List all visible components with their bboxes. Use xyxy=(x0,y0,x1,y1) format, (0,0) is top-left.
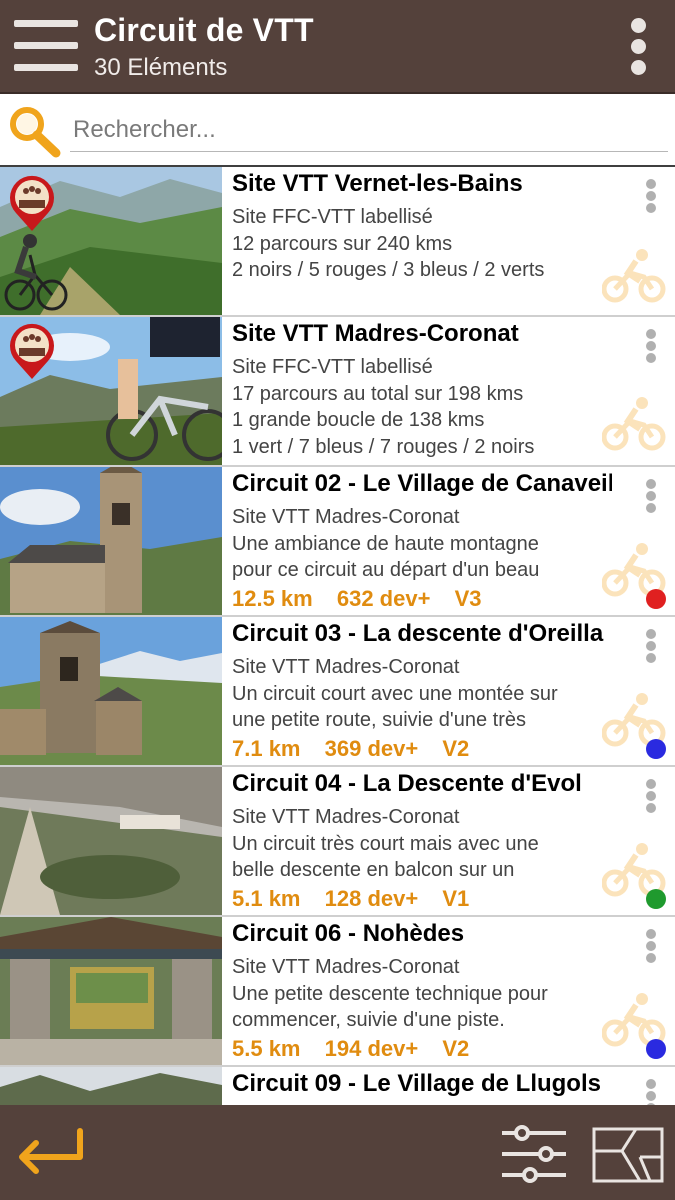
circuit-list: Site VTT Vernet-les-Bains Site FFC-VTT l… xyxy=(0,167,675,1105)
bottom-toolbar xyxy=(0,1105,675,1200)
elevation-value: 369 dev+ xyxy=(324,736,419,761)
vtt-ffc-badge-icon xyxy=(8,321,56,381)
description-line: 1 grande boucle de 138 kms xyxy=(232,409,485,431)
item-stats: 12.5 km 632 dev+ V3 xyxy=(232,586,499,612)
item-menu-icon[interactable] xyxy=(644,629,658,663)
description-line: Site VTT Madres-Coronat xyxy=(232,806,460,828)
list-item[interactable]: Site VTT Madres-Coronat Site FFC-VTT lab… xyxy=(0,317,675,467)
item-menu-icon[interactable] xyxy=(644,929,658,963)
item-title: Circuit 03 - La descente d'Oreilla xyxy=(232,620,604,647)
difficulty-dot xyxy=(646,1039,666,1059)
search-input[interactable] xyxy=(70,108,668,152)
item-count: 30 Eléments xyxy=(94,54,228,81)
item-title: Site VTT Vernet-les-Bains xyxy=(232,170,523,197)
description-line: 12 parcours sur 240 kms xyxy=(232,232,453,255)
item-description: Site VTT Madres-Coronat Un circuit très … xyxy=(232,804,612,884)
difficulty-dot xyxy=(646,739,666,759)
description-line: Un circuit très court mais avec une xyxy=(232,832,539,855)
description-line: Une petite descente technique pour xyxy=(232,982,548,1005)
filter-sliders-icon[interactable] xyxy=(500,1123,568,1185)
elevation-value: 128 dev+ xyxy=(324,886,419,911)
item-menu-icon[interactable] xyxy=(644,179,658,213)
distance-value: 7.1 km xyxy=(232,736,301,761)
item-menu-icon[interactable] xyxy=(644,779,658,813)
description-line: pour ce circuit au départ d'un beau xyxy=(232,559,540,581)
distance-value: 12.5 km xyxy=(232,586,313,611)
level-value: V1 xyxy=(442,886,470,911)
level-value: V2 xyxy=(442,736,470,761)
level-value: V2 xyxy=(442,1036,470,1061)
item-description: Site FFC-VTT labellisé 17 parcours au to… xyxy=(232,354,612,460)
difficulty-dot xyxy=(646,889,666,909)
mountain-bike-icon xyxy=(602,249,666,303)
level-value: V3 xyxy=(454,586,482,611)
item-menu-icon[interactable] xyxy=(644,479,658,513)
description-line: Site VTT Madres-Coronat xyxy=(232,956,460,978)
page-title: Circuit de VTT xyxy=(94,12,314,48)
map-icon[interactable] xyxy=(592,1127,664,1183)
overflow-menu-icon[interactable] xyxy=(626,16,652,80)
item-stats: 5.1 km 128 dev+ V1 xyxy=(232,886,487,912)
menu-hamburger-icon[interactable] xyxy=(14,18,80,74)
vtt-ffc-badge-icon xyxy=(8,173,56,233)
item-thumbnail xyxy=(0,467,222,615)
item-description: Site VTT Madres-Coronat Une ambiance de … xyxy=(232,504,612,584)
description-line: commencer, suivie d'une piste. xyxy=(232,1009,505,1031)
item-description: Site VTT Madres-Coronat Une petite desce… xyxy=(232,954,612,1034)
distance-value: 5.5 km xyxy=(232,1036,301,1061)
item-menu-icon[interactable] xyxy=(644,1079,658,1105)
item-thumbnail xyxy=(0,767,222,915)
item-description: Site VTT Madres-Coronat Un circuit court… xyxy=(232,654,612,734)
description-line: Un circuit court avec une montée sur xyxy=(232,682,558,705)
item-description: Site FFC-VTT labellisé 12 parcours sur 2… xyxy=(232,204,612,284)
list-item[interactable]: Circuit 03 - La descente d'Oreilla Site … xyxy=(0,617,675,767)
list-item[interactable]: Circuit 06 - Nohèdes Site VTT Madres-Cor… xyxy=(0,917,675,1067)
item-stats: 7.1 km 369 dev+ V2 xyxy=(232,736,487,762)
list-item[interactable]: Site VTT Vernet-les-Bains Site FFC-VTT l… xyxy=(0,167,675,317)
description-line: Site VTT Madres-Coronat xyxy=(232,656,460,678)
list-item[interactable]: Circuit 09 - Le Village de Llugols xyxy=(0,1067,675,1105)
description-line: 1 vert / 7 bleus / 7 rouges / 2 noirs xyxy=(232,435,535,458)
back-arrow-icon[interactable] xyxy=(10,1127,86,1179)
item-title: Site VTT Madres-Coronat xyxy=(232,320,519,347)
item-thumbnail xyxy=(0,617,222,765)
description-line: Site FFC-VTT labellisé xyxy=(232,206,433,228)
description-line: belle descente en balcon sur un xyxy=(232,859,515,881)
description-line: Une ambiance de haute montagne xyxy=(232,532,539,555)
description-line: Site VTT Madres-Coronat xyxy=(232,506,460,528)
list-item[interactable]: Circuit 04 - La Descente d'Evol Site VTT… xyxy=(0,767,675,917)
item-title: Circuit 09 - Le Village de Llugols xyxy=(232,1070,601,1097)
description-line: 2 noirs / 5 rouges / 3 bleus / 2 verts xyxy=(232,259,545,281)
item-stats: 5.5 km 194 dev+ V2 xyxy=(232,1036,487,1062)
item-menu-icon[interactable] xyxy=(644,329,658,363)
item-thumbnail xyxy=(0,317,222,465)
item-thumbnail xyxy=(0,1067,222,1105)
distance-value: 5.1 km xyxy=(232,886,301,911)
list-item[interactable]: Circuit 02 - Le Village de Canaveilles S… xyxy=(0,467,675,617)
item-thumbnail xyxy=(0,917,222,1065)
elevation-value: 632 dev+ xyxy=(336,586,431,611)
description-line: 17 parcours au total sur 198 kms xyxy=(232,382,524,405)
search-bar xyxy=(0,92,675,167)
item-title: Circuit 06 - Nohèdes xyxy=(232,920,465,947)
elevation-value: 194 dev+ xyxy=(324,1036,419,1061)
search-icon[interactable] xyxy=(6,104,66,158)
difficulty-dot xyxy=(646,589,666,609)
item-title: Circuit 02 - Le Village de Canaveilles xyxy=(232,470,612,497)
description-line: Site FFC-VTT labellisé xyxy=(232,356,433,378)
app-header: Circuit de VTT 30 Eléments xyxy=(0,0,675,92)
description-line: une petite route, suivie d'une très xyxy=(232,709,527,731)
item-title: Circuit 04 - La Descente d'Evol xyxy=(232,770,582,797)
item-thumbnail xyxy=(0,167,222,315)
mountain-bike-icon xyxy=(602,397,666,451)
